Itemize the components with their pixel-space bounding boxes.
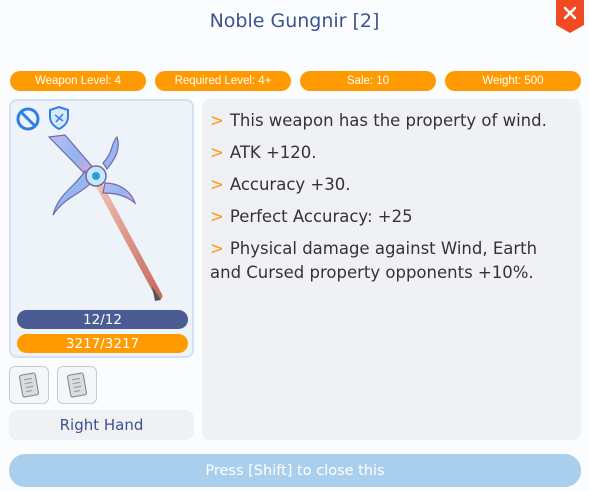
- spear-icon: [47, 134, 163, 301]
- card-slot-2[interactable]: [57, 366, 97, 404]
- description-line: > Physical damage against Wind, Earth and…: [210, 237, 571, 285]
- item-title: Noble Gungnir [2]: [209, 10, 380, 32]
- bullet-marker: >: [210, 207, 224, 226]
- card-slot-icon: [18, 372, 40, 398]
- description-text: Perfect Accuracy: +25: [229, 207, 413, 226]
- item-description-panel: > This weapon has the property of wind. >…: [202, 99, 581, 440]
- bullet-marker: >: [210, 239, 224, 258]
- no-trade-icon: [16, 107, 40, 131]
- description-text: Physical damage against Wind, Earth and …: [210, 239, 538, 282]
- description-text: This weapon has the property of wind.: [229, 111, 547, 130]
- bullet-marker: >: [210, 111, 224, 130]
- description-line: > Accuracy +30.: [210, 173, 571, 197]
- sale-badge: Sale: 10: [300, 71, 436, 91]
- bullet-marker: >: [210, 143, 224, 162]
- card-slot-icon: [66, 372, 88, 398]
- durability-bar: 3217/3217: [17, 334, 188, 353]
- equip-position-label: Right Hand: [9, 410, 194, 440]
- description-text: Accuracy +30.: [229, 175, 351, 194]
- shield-icon: [49, 105, 69, 131]
- item-image-panel: 12/12 3217/3217: [9, 99, 194, 358]
- close-icon: [556, 0, 584, 33]
- weight-badge: Weight: 500: [445, 71, 581, 91]
- close-button[interactable]: [556, 0, 584, 33]
- bullet-marker: >: [210, 175, 224, 194]
- card-slot-1[interactable]: [9, 366, 49, 404]
- weapon-level-badge: Weapon Level: 4: [10, 71, 146, 91]
- stat-badges: Weapon Level: 4 Required Level: 4+ Sale:…: [10, 71, 581, 91]
- required-level-badge: Required Level: 4+: [155, 71, 291, 91]
- close-hint-button[interactable]: Press [Shift] to close this: [9, 454, 581, 487]
- description-line: > ATK +120.: [210, 141, 571, 165]
- description-line: > This weapon has the property of wind.: [210, 109, 571, 133]
- description-line: > Perfect Accuracy: +25: [210, 205, 571, 229]
- refine-bar: 12/12: [17, 310, 188, 329]
- description-text: ATK +120.: [229, 143, 317, 162]
